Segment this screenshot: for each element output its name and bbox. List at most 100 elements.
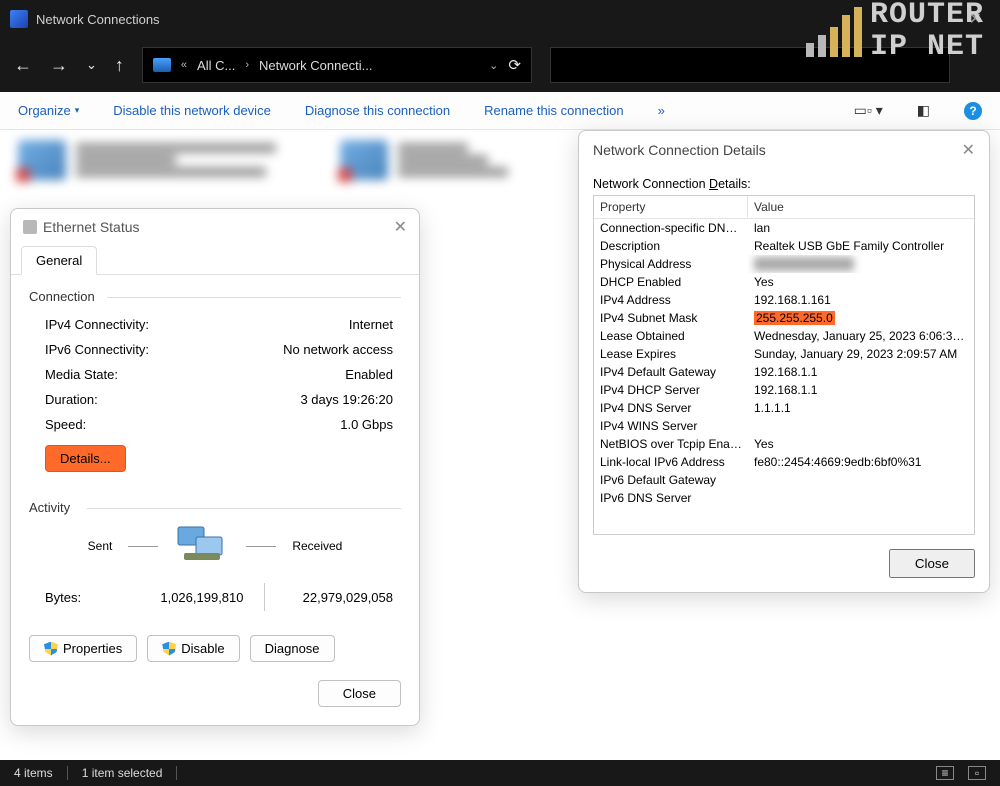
- connection-details-dialog: Network Connection Details ✕ Network Con…: [578, 130, 990, 593]
- close-icon[interactable]: ✕: [961, 9, 990, 29]
- media-state-label: Media State:: [45, 367, 118, 382]
- table-row[interactable]: IPv4 Subnet Mask255.255.255.0: [594, 309, 974, 327]
- recent-chevron-icon[interactable]: ⌄: [86, 57, 97, 73]
- table-row[interactable]: IPv4 WINS Server: [594, 417, 974, 435]
- property-cell: IPv6 Default Gateway: [594, 471, 748, 489]
- selection-count: 1 item selected: [82, 766, 163, 780]
- group-connection: Connection: [29, 289, 401, 304]
- titlebar: Network Connections ✕: [0, 0, 1000, 38]
- received-label: Received: [292, 539, 342, 553]
- value-cell: 255.255.255.0: [748, 309, 974, 327]
- bytes-recv-value: 22,979,029,058: [265, 590, 394, 605]
- forward-icon[interactable]: →: [50, 55, 68, 76]
- label-underline: D: [709, 177, 718, 191]
- chevron-left-icon: «: [181, 59, 187, 71]
- table-row[interactable]: DHCP EnabledYes: [594, 273, 974, 291]
- table-row[interactable]: Link-local IPv6 Addressfe80::2454:4669:9…: [594, 453, 974, 471]
- group-activity: Activity: [29, 500, 401, 515]
- property-cell: NetBIOS over Tcpip Enabl...: [594, 435, 748, 453]
- property-cell: Link-local IPv6 Address: [594, 453, 748, 471]
- table-row[interactable]: Lease ExpiresSunday, January 29, 2023 2:…: [594, 345, 974, 363]
- label-post: etails:: [718, 177, 751, 191]
- table-row[interactable]: IPv4 Default Gateway192.168.1.1: [594, 363, 974, 381]
- address-bar[interactable]: « All C... › Network Connecti... ⌄ ⟳: [142, 47, 532, 83]
- computers-icon: [174, 523, 230, 569]
- up-icon[interactable]: ↑: [115, 55, 124, 76]
- media-state-value: Enabled: [345, 367, 393, 382]
- value-cell: fe80::2454:4669:9edb:6bf0%31: [748, 453, 974, 471]
- close-icon[interactable]: ✕: [394, 217, 407, 237]
- icons-view-icon[interactable]: ▫: [968, 766, 986, 780]
- close-button[interactable]: Close: [318, 680, 401, 707]
- table-row[interactable]: NetBIOS over Tcpip Enabl...Yes: [594, 435, 974, 453]
- bytes-label: Bytes:: [45, 590, 115, 605]
- table-row[interactable]: IPv4 DHCP Server192.168.1.1: [594, 381, 974, 399]
- table-row[interactable]: IPv4 DNS Server1.1.1.1: [594, 399, 974, 417]
- close-icon[interactable]: ✕: [962, 140, 975, 160]
- shield-icon: [162, 642, 176, 656]
- property-cell: Lease Expires: [594, 345, 748, 363]
- property-cell: IPv4 Default Gateway: [594, 363, 748, 381]
- disable-button[interactable]: Disable: [147, 635, 239, 662]
- sent-label: Sent: [88, 539, 113, 553]
- divider: [128, 546, 158, 547]
- duration-label: Duration:: [45, 392, 98, 407]
- properties-button[interactable]: Properties: [29, 635, 137, 662]
- app-icon: [10, 10, 28, 28]
- divider: [176, 766, 177, 780]
- diagnose-button[interactable]: Diagnose this connection: [305, 103, 450, 118]
- property-cell: Lease Obtained: [594, 327, 748, 345]
- rename-button[interactable]: Rename this connection: [484, 103, 623, 118]
- col-value[interactable]: Value: [748, 196, 790, 218]
- value-cell: Wednesday, January 25, 2023 6:06:38 AM: [748, 327, 974, 345]
- property-cell: IPv4 Subnet Mask: [594, 309, 748, 327]
- caret-down-icon: ▾: [75, 105, 80, 116]
- item-count: 4 items: [14, 766, 53, 780]
- table-row[interactable]: IPv4 Address192.168.1.161: [594, 291, 974, 309]
- divider: [246, 546, 276, 547]
- property-cell: IPv4 DHCP Server: [594, 381, 748, 399]
- adapter-icon: [23, 220, 37, 234]
- details-label: Network Connection Details:: [579, 169, 989, 193]
- chevron-down-icon[interactable]: ⌄: [489, 59, 498, 72]
- command-bar: Organize ▾ Disable this network device D…: [0, 92, 1000, 130]
- organize-menu[interactable]: Organize ▾: [18, 103, 79, 118]
- property-cell: Physical Address: [594, 255, 748, 273]
- details-view-icon[interactable]: ≡: [936, 766, 954, 780]
- table-row[interactable]: DescriptionRealtek USB GbE Family Contro…: [594, 237, 974, 255]
- table-row[interactable]: Lease ObtainedWednesday, January 25, 202…: [594, 327, 974, 345]
- back-icon[interactable]: ←: [14, 55, 32, 76]
- value-cell: 00-00-00-00-00-00: [748, 255, 974, 273]
- col-property[interactable]: Property: [594, 196, 748, 218]
- table-row[interactable]: Connection-specific DNS S...lan: [594, 219, 974, 237]
- search-input[interactable]: [550, 47, 950, 83]
- tab-general[interactable]: General: [21, 246, 97, 275]
- help-icon[interactable]: ?: [964, 102, 982, 120]
- label-pre: Network Connection: [593, 177, 709, 191]
- disable-device-button[interactable]: Disable this network device: [113, 103, 271, 118]
- table-row[interactable]: IPv6 Default Gateway: [594, 471, 974, 489]
- refresh-icon[interactable]: ⟳: [508, 56, 521, 74]
- details-table: Property Value Connection-specific DNS S…: [593, 195, 975, 535]
- details-button[interactable]: Details...: [45, 445, 126, 472]
- preview-pane-icon[interactable]: ◧: [917, 102, 930, 119]
- value-cell: [748, 489, 974, 507]
- window-title: Network Connections: [36, 12, 160, 27]
- dialog-title: Ethernet Status: [43, 219, 140, 235]
- property-cell: Description: [594, 237, 748, 255]
- chevron-right-icon: ›: [245, 59, 249, 71]
- table-row[interactable]: IPv6 DNS Server: [594, 489, 974, 507]
- table-row[interactable]: Physical Address00-00-00-00-00-00: [594, 255, 974, 273]
- table-header: Property Value: [594, 196, 974, 219]
- adapter-item-blurred: [340, 140, 508, 180]
- close-button[interactable]: Close: [889, 549, 975, 578]
- duration-value: 3 days 19:26:20: [300, 392, 393, 407]
- property-cell: IPv4 WINS Server: [594, 417, 748, 435]
- diagnose-button[interactable]: Diagnose: [250, 635, 335, 662]
- breadcrumb-1[interactable]: All C...: [197, 58, 235, 73]
- overflow-button[interactable]: »: [658, 103, 665, 118]
- view-options-icon[interactable]: ▭▫ ▾: [854, 102, 883, 119]
- dialog-title: Network Connection Details: [593, 142, 766, 158]
- breadcrumb-2[interactable]: Network Connecti...: [259, 58, 372, 73]
- ipv4-conn-value: Internet: [349, 317, 393, 332]
